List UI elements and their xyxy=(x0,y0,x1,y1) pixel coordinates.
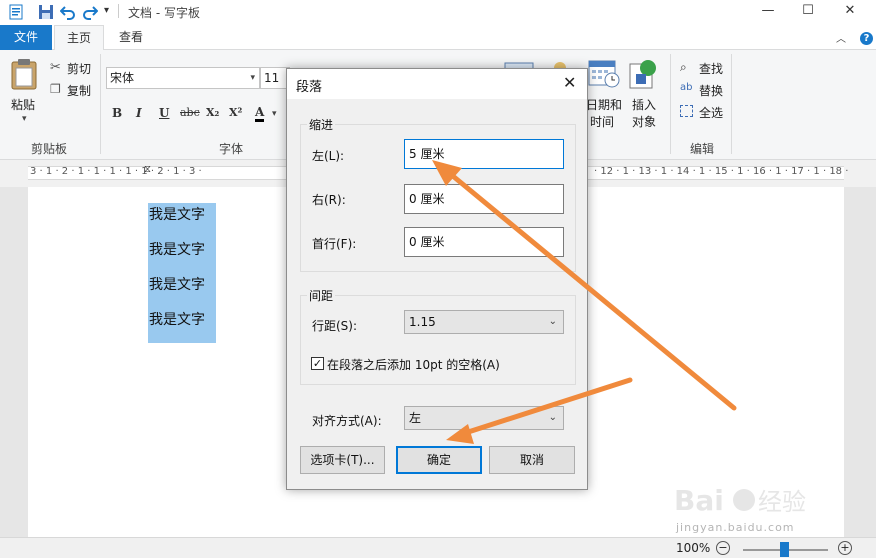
font-family-value: 宋体 xyxy=(110,71,135,85)
document-line[interactable]: 我是文字 xyxy=(149,204,205,224)
paste-dropdown-icon[interactable]: ▾ xyxy=(22,114,27,124)
dialog-title: 段落 xyxy=(296,80,323,95)
font-size-value: 11 xyxy=(264,71,280,85)
copy-icon: ❐ xyxy=(50,82,61,96)
add-space-label[interactable]: 在段落之后添加 10pt 的空格(A) xyxy=(327,356,500,373)
chevron-down-icon: ⌄ xyxy=(548,412,557,423)
minimize-button[interactable]: — xyxy=(748,0,788,22)
insert-object-icon xyxy=(629,60,656,89)
watermark-url: jingyan.baidu.com xyxy=(676,521,795,534)
underline-button[interactable]: U xyxy=(159,106,169,120)
zoom-out-button[interactable]: − xyxy=(716,541,730,555)
dialog-title-bar: 段落 ✕ xyxy=(287,69,587,99)
ribbon-tabs: 文件 主页 查看 ︿ ? xyxy=(0,25,876,51)
group-divider xyxy=(100,54,101,154)
indent-marker-icon[interactable]: ⧖ xyxy=(144,164,151,175)
first-line-indent-label: 首行(F): xyxy=(312,237,357,251)
document-line[interactable]: 我是文字 xyxy=(149,239,205,259)
svg-text:Bai: Bai xyxy=(674,484,724,517)
italic-button[interactable]: I xyxy=(136,106,142,120)
window-title: 文档 - 写字板 xyxy=(128,6,200,20)
replace-button[interactable]: 替换 xyxy=(699,82,723,99)
svg-text:经验: 经验 xyxy=(758,488,806,516)
font-color-dropdown-icon[interactable]: ▾ xyxy=(272,109,277,119)
group-divider xyxy=(731,54,732,154)
right-indent-input[interactable]: 0 厘米 xyxy=(404,184,564,214)
binoculars-icon: ⌕ xyxy=(680,60,687,74)
ruler-ticks-left: 3 · 1 · 2 · 1 · 1 · 1 · 1 · 1 · 2 · 1 · … xyxy=(30,166,202,177)
line-spacing-value: 1.15 xyxy=(409,315,436,329)
left-indent-input[interactable]: 5 厘米 xyxy=(404,139,564,169)
zoom-in-button[interactable]: + xyxy=(838,541,852,555)
left-indent-label: 左(L): xyxy=(312,149,345,163)
replace-icon: ab xyxy=(680,82,693,93)
cancel-button[interactable]: 取消 xyxy=(489,446,575,474)
collapse-ribbon-icon[interactable]: ︿ xyxy=(836,30,846,45)
zoom-level: 100% xyxy=(676,541,711,555)
calendar-icon xyxy=(588,60,620,88)
alignment-label: 对齐方式(A): xyxy=(312,414,382,428)
find-button[interactable]: 查找 xyxy=(699,60,723,77)
clipboard-group-label: 剪贴板 xyxy=(31,142,68,156)
add-space-checkbox[interactable]: ✓ xyxy=(311,357,324,370)
chevron-down-icon: ▾ xyxy=(250,73,255,83)
paste-button[interactable]: 粘贴 xyxy=(11,96,35,113)
chevron-down-icon: ⌄ xyxy=(548,316,557,327)
line-spacing-label: 行距(S): xyxy=(312,319,358,333)
font-group-label: 字体 xyxy=(219,142,244,156)
superscript-button[interactable]: X² xyxy=(229,106,242,119)
tab-file[interactable]: 文件 xyxy=(0,25,52,50)
font-family-select[interactable]: 宋体 ▾ xyxy=(106,67,260,89)
redo-icon[interactable] xyxy=(82,4,98,20)
alignment-select[interactable]: 左 ⌄ xyxy=(404,406,564,430)
tabs-button[interactable]: 选项卡(T)... xyxy=(300,446,385,474)
font-color-button[interactable]: A xyxy=(255,106,265,122)
app-icon xyxy=(9,4,23,20)
strikethrough-button[interactable]: abc xyxy=(180,106,200,119)
document-line[interactable]: 我是文字 xyxy=(149,309,205,329)
help-icon[interactable]: ? xyxy=(860,32,873,45)
copy-button[interactable]: 复制 xyxy=(67,82,91,99)
dialog-close-button[interactable]: ✕ xyxy=(563,73,576,92)
bold-button[interactable]: B xyxy=(112,106,122,120)
save-icon[interactable] xyxy=(38,4,54,20)
datetime-button-line2: 时间 xyxy=(590,115,615,129)
close-window-button[interactable]: ✕ xyxy=(830,0,870,22)
indent-legend: 缩进 xyxy=(307,116,336,133)
document-line[interactable]: 我是文字 xyxy=(149,274,205,294)
group-divider xyxy=(670,54,671,154)
datetime-button[interactable]: 日期和 xyxy=(586,96,622,113)
title-bar: ▾ 文档 - 写字板 — ☐ ✕ xyxy=(0,0,876,25)
alignment-value: 左 xyxy=(409,411,422,425)
cut-button[interactable]: 剪切 xyxy=(67,60,91,77)
paste-icon[interactable] xyxy=(10,58,38,90)
select-all-button[interactable]: 全选 xyxy=(699,104,723,121)
subscript-button[interactable]: X₂ xyxy=(206,106,219,119)
qat-customize-icon[interactable]: ▾ xyxy=(104,5,109,16)
paragraph-dialog: 段落 ✕ 缩进 左(L): 5 厘米 右(R): 0 厘米 首行(F): 0 厘… xyxy=(286,68,588,490)
select-all-icon xyxy=(680,105,693,117)
insert-object-button[interactable]: 插入 xyxy=(632,96,656,113)
status-bar: 100% − + xyxy=(0,537,876,558)
right-indent-label: 右(R): xyxy=(312,193,346,207)
first-line-indent-input[interactable]: 0 厘米 xyxy=(404,227,564,257)
insert-object-button-line2: 对象 xyxy=(632,115,657,129)
spacing-legend: 间距 xyxy=(307,287,336,304)
scissors-icon: ✂ xyxy=(50,60,61,75)
editing-group-label: 编辑 xyxy=(690,142,715,156)
ruler-ticks-right: · 12 · 1 · 13 · 1 · 14 · 1 · 15 · 1 · 16… xyxy=(594,166,849,177)
line-spacing-select[interactable]: 1.15 ⌄ xyxy=(404,310,564,334)
tab-view[interactable]: 查看 xyxy=(107,25,155,51)
undo-icon[interactable] xyxy=(60,4,76,20)
tab-home[interactable]: 主页 xyxy=(54,25,105,51)
title-divider xyxy=(118,4,119,18)
maximize-button[interactable]: ☐ xyxy=(788,0,828,22)
ok-button[interactable]: 确定 xyxy=(396,446,482,474)
zoom-slider-thumb[interactable] xyxy=(780,542,789,557)
